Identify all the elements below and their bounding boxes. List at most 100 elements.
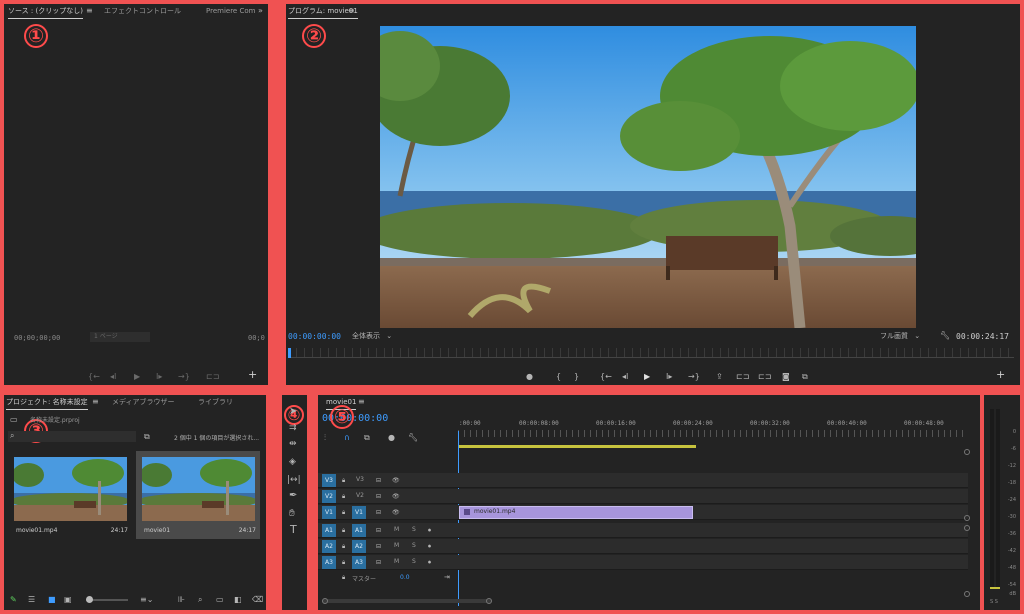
sync-lock-icon[interactable]: ⊟	[376, 492, 381, 502]
source-patch[interactable]: A3	[322, 556, 336, 569]
new-bin-icon[interactable]: ▭	[216, 595, 224, 605]
mic-icon[interactable]: ⏺︎	[428, 526, 431, 536]
panel-menu-icon[interactable]: ≡	[348, 6, 355, 16]
tab-libraries[interactable]: ライブラリ	[198, 395, 233, 409]
lift-icon[interactable]: ⇪	[716, 372, 723, 382]
audio-scrollbar[interactable]	[964, 525, 970, 597]
source-patch[interactable]: A1	[322, 524, 336, 537]
sort-icon[interactable]: ≡⌄	[140, 595, 153, 605]
mark-in-icon[interactable]: {	[556, 372, 561, 382]
zoom-slider[interactable]	[86, 596, 128, 603]
new-bin-icon[interactable]: ⧉	[144, 432, 150, 442]
selection-tool-icon[interactable]: ➤	[289, 407, 297, 417]
program-scrubber[interactable]	[288, 348, 1014, 358]
mute-button[interactable]: M	[394, 526, 399, 533]
insert-icon[interactable]: ⊏⊐	[206, 372, 219, 382]
page-select[interactable]: 1 ページ	[90, 332, 150, 342]
master-value[interactable]: 0.0	[400, 574, 410, 581]
add-button-icon[interactable]: +	[996, 369, 1005, 380]
solo-button[interactable]: S	[412, 526, 416, 533]
track-name[interactable]: A3	[352, 556, 366, 569]
step-forward-icon[interactable]: I▸	[156, 372, 162, 382]
source-patch[interactable]: V3	[322, 474, 336, 487]
lock-icon[interactable]: 🔒︎	[342, 508, 345, 518]
horizontal-scrollbar[interactable]	[322, 598, 492, 604]
lock-icon[interactable]: 🔒︎	[342, 542, 345, 552]
snap-icon[interactable]: ∩	[344, 433, 350, 443]
source-patch[interactable]: V2	[322, 490, 336, 503]
go-to-end-icon[interactable]: ⇥	[444, 572, 450, 582]
mark-out-icon[interactable]: }	[574, 372, 579, 382]
overflow-icon[interactable]: »	[258, 6, 263, 16]
trim-icon[interactable]: ⊏⊐	[758, 372, 771, 382]
settings-icon[interactable]: 🔧︎	[408, 433, 418, 443]
zoom-select[interactable]: 全体表示 ⌄	[352, 330, 406, 342]
razor-tool-icon[interactable]: ◈	[289, 457, 296, 467]
work-area-bar[interactable]	[458, 445, 696, 448]
tab-effect-controls[interactable]: エフェクトコントロール	[104, 4, 181, 18]
track-name[interactable]: V1	[352, 506, 366, 519]
search-input[interactable]: ⌕	[8, 431, 136, 442]
play-icon[interactable]: ▶	[644, 372, 650, 382]
playhead-marker[interactable]	[288, 348, 291, 358]
sync-lock-icon[interactable]: ⊟	[376, 476, 381, 486]
mute-button[interactable]: M	[394, 558, 399, 565]
tab-source[interactable]: ソース : (クリップなし)	[8, 4, 83, 19]
go-in-icon[interactable]: {←	[600, 372, 612, 382]
tab-premiere-com[interactable]: Premiere Com	[206, 4, 255, 18]
eye-icon[interactable]: 👁︎	[392, 492, 400, 502]
solo-button[interactable]: S	[412, 558, 416, 565]
linked-selection-icon[interactable]: ⧉	[364, 433, 370, 443]
panel-menu-icon[interactable]: ≡	[358, 397, 365, 407]
type-tool-icon[interactable]: T	[290, 524, 297, 535]
ripple-edit-icon[interactable]: ⇹	[289, 439, 297, 449]
icon-view-icon[interactable]: ■	[48, 595, 56, 605]
trash-icon[interactable]: ⌫	[252, 595, 263, 605]
step-back-icon[interactable]: ◂I	[622, 372, 628, 382]
lock-icon[interactable]: 🔒︎	[342, 558, 345, 568]
panel-menu-icon[interactable]: ≡	[92, 397, 99, 407]
hand-tool-icon[interactable]: ✋︎	[289, 509, 295, 519]
mute-button[interactable]: M	[394, 542, 399, 549]
slider-handle[interactable]	[86, 596, 93, 603]
lock-icon[interactable]: 🔒︎	[342, 492, 345, 502]
project-item[interactable]: movie01.mp4 24:17	[8, 451, 132, 539]
freeform-view-icon[interactable]: ▣	[64, 595, 72, 605]
camera-icon[interactable]: ◙	[782, 372, 790, 382]
pencil-icon[interactable]: ✎	[10, 595, 17, 605]
go-out-icon[interactable]: →}	[688, 372, 700, 382]
compare-icon[interactable]: ⧉	[802, 372, 808, 382]
mark-in-icon[interactable]: {←	[88, 372, 100, 382]
eye-icon[interactable]: 👁︎	[392, 508, 400, 518]
track-name[interactable]: A2	[352, 540, 366, 553]
source-patch[interactable]: V1	[322, 506, 336, 519]
tab-project[interactable]: プロジェクト: 名称未設定	[6, 395, 88, 410]
sync-lock-icon[interactable]: ⊟	[376, 526, 381, 536]
lock-icon[interactable]: 🔒︎	[342, 476, 345, 486]
sync-lock-icon[interactable]: ⊟	[376, 508, 381, 518]
extract-icon[interactable]: ⊏⊐	[736, 372, 749, 382]
new-item-icon[interactable]: ◧	[234, 595, 242, 605]
step-back-icon[interactable]: ◂I	[110, 372, 116, 382]
automate-icon[interactable]: ⊪	[178, 595, 185, 605]
list-view-icon[interactable]: ☰	[28, 595, 35, 605]
track-select-icon[interactable]: ⇉	[289, 423, 297, 433]
slip-tool-icon[interactable]: |↔|	[287, 475, 301, 485]
track-name[interactable]: A1	[352, 524, 366, 537]
add-button-icon[interactable]: +	[248, 369, 257, 380]
tab-media-browser[interactable]: メディアブラウザー	[112, 395, 175, 409]
wrench-icon[interactable]: 🔧︎	[940, 331, 950, 341]
sync-lock-icon[interactable]: ⊟	[376, 542, 381, 552]
video-clip[interactable]: movie01.mp4	[459, 506, 693, 519]
project-item-selected[interactable]: movie01 24:17	[136, 451, 260, 539]
lock-icon[interactable]: 🔒︎	[342, 573, 345, 583]
panel-menu-icon[interactable]: ≡	[86, 6, 93, 16]
solo-button[interactable]: S	[412, 542, 416, 549]
play-icon[interactable]: ▶	[134, 372, 140, 382]
find-icon[interactable]: ⌕	[198, 595, 202, 605]
video-scrollbar[interactable]	[964, 449, 970, 521]
step-forward-icon[interactable]: I▸	[666, 372, 672, 382]
program-timecode[interactable]: 00:00:00:00	[288, 332, 341, 341]
nest-icon[interactable]: ⫶	[324, 433, 326, 443]
add-marker-icon[interactable]: ●	[388, 433, 395, 443]
